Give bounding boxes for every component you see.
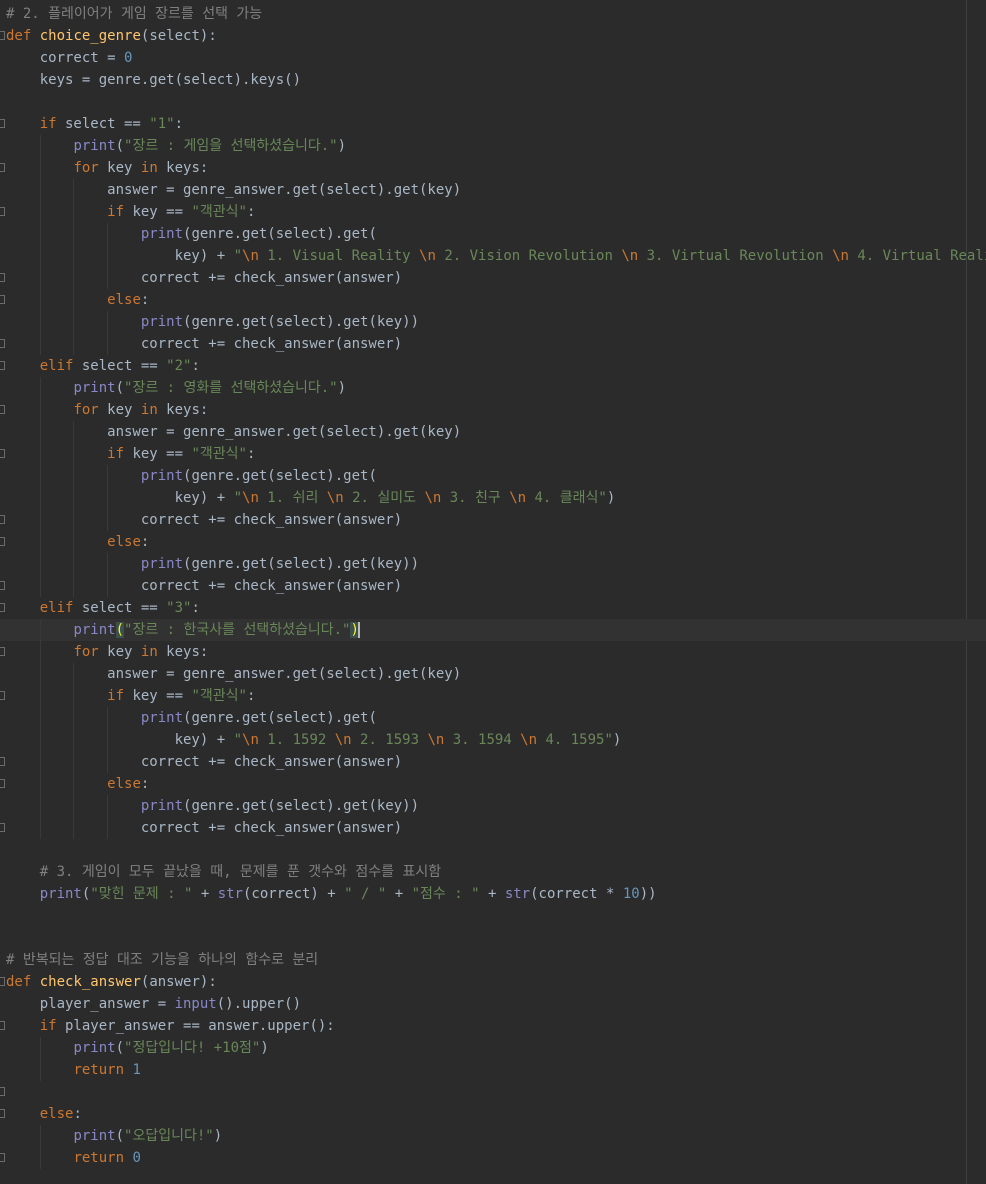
indent-guide <box>107 795 109 839</box>
fold-marker-icon[interactable] <box>0 823 5 832</box>
code-line[interactable]: def check_answer(answer): <box>0 971 986 993</box>
code-line[interactable]: keys = genre.get(select).keys() <box>6 69 986 91</box>
code-line[interactable]: if player_answer == answer.upper(): <box>0 1015 986 1037</box>
code-line[interactable]: correct += check_answer(answer) <box>0 751 986 773</box>
code-line[interactable]: elif select == "2": <box>0 355 986 377</box>
code-line[interactable]: else: <box>0 531 986 553</box>
code-line[interactable]: # 3. 게임이 모두 끝났을 때, 문제를 푼 갯수와 점수를 표시함 <box>6 861 986 883</box>
indent-guide <box>39 619 41 839</box>
code-line[interactable]: if select == "1": <box>0 113 986 135</box>
fold-marker-icon[interactable] <box>0 1109 5 1118</box>
indent-guide <box>39 135 41 355</box>
code-line[interactable]: for key in keys: <box>0 157 986 179</box>
code-line[interactable]: correct += check_answer(answer) <box>0 817 986 839</box>
fold-marker-icon[interactable] <box>0 295 5 304</box>
code-line[interactable]: for key in keys: <box>0 399 986 421</box>
code-line[interactable]: answer = genre_answer.get(select).get(ke… <box>6 179 986 201</box>
code-line[interactable]: print("장르 : 영화를 선택하셨습니다.") <box>6 377 986 399</box>
text-caret <box>357 622 360 638</box>
code-line[interactable]: key) + "\n 1. 쉬리 \n 2. 실미도 \n 3. 친구 \n 4… <box>6 487 986 509</box>
fold-marker-icon[interactable] <box>0 757 5 766</box>
code-line[interactable]: correct = 0 <box>6 47 986 69</box>
code-line[interactable]: else: <box>0 1103 986 1125</box>
code-line[interactable]: for key in keys: <box>0 641 986 663</box>
code-line[interactable] <box>6 905 986 927</box>
code-line[interactable]: if key == "객관식": <box>0 443 986 465</box>
code-line[interactable]: player_answer = input().upper() <box>6 993 986 1015</box>
fold-marker-icon[interactable] <box>0 603 5 612</box>
code-line[interactable]: correct += check_answer(answer) <box>0 333 986 355</box>
fold-marker-icon[interactable] <box>0 1021 5 1030</box>
code-line[interactable]: print(genre.get(select).get(key)) <box>6 553 986 575</box>
fold-marker-icon[interactable] <box>0 31 5 40</box>
code-line[interactable]: print(genre.get(select).get( <box>6 223 986 245</box>
code-area[interactable]: # 2. 플레이어가 게임 장르를 선택 가능 def choice_genre(… <box>0 3 986 1169</box>
code-line[interactable]: def choice_genre(select): <box>0 25 986 47</box>
code-line[interactable]: print("장르 : 한국사를 선택하셨습니다.") <box>0 619 986 641</box>
indent-guide <box>73 663 75 839</box>
indent-guide <box>73 421 75 597</box>
code-line[interactable]: print("오답입니다!") <box>6 1125 986 1147</box>
indent-guide <box>39 1125 41 1169</box>
fold-marker-icon[interactable] <box>0 207 5 216</box>
fold-marker-icon[interactable] <box>0 537 5 546</box>
indent-guide <box>73 179 75 355</box>
code-line[interactable]: print("정답입니다! +10점") <box>6 1037 986 1059</box>
fold-marker-icon[interactable] <box>0 163 5 172</box>
code-line[interactable]: if key == "객관식": <box>0 685 986 707</box>
fold-marker-icon[interactable] <box>0 779 5 788</box>
fold-marker-icon[interactable] <box>0 405 5 414</box>
indent-guide <box>107 707 109 773</box>
fold-marker-icon[interactable] <box>0 273 5 282</box>
code-line[interactable] <box>6 927 986 949</box>
code-line[interactable]: print(genre.get(select).get( <box>6 707 986 729</box>
code-line[interactable]: print(genre.get(select).get(key)) <box>6 311 986 333</box>
code-line[interactable]: correct += check_answer(answer) <box>0 509 986 531</box>
code-line[interactable]: # 반복되는 정답 대조 기능을 하나의 함수로 분리 <box>6 949 986 971</box>
paren-match: ( <box>115 622 125 638</box>
indent-guide <box>107 553 109 597</box>
fold-marker-icon[interactable] <box>0 339 5 348</box>
code-line[interactable]: # 2. 플레이어가 게임 장르를 선택 가능 <box>6 3 986 25</box>
fold-marker-icon[interactable] <box>0 581 5 590</box>
code-line[interactable] <box>6 839 986 861</box>
code-line[interactable]: correct += check_answer(answer) <box>0 575 986 597</box>
fold-marker-icon[interactable] <box>0 515 5 524</box>
code-line[interactable] <box>0 1081 986 1103</box>
code-line[interactable]: print("맞힌 문제 : " + str(correct) + " / " … <box>6 883 986 905</box>
code-line[interactable]: answer = genre_answer.get(select).get(ke… <box>6 663 986 685</box>
code-line[interactable]: answer = genre_answer.get(select).get(ke… <box>6 421 986 443</box>
fold-marker-icon[interactable] <box>0 1153 5 1162</box>
code-line[interactable]: key) + "\n 1. Visual Reality \n 2. Visio… <box>6 245 986 267</box>
indent-guide <box>107 311 109 355</box>
code-line[interactable]: if key == "객관식": <box>0 201 986 223</box>
code-line[interactable]: print(genre.get(select).get(key)) <box>6 795 986 817</box>
fold-marker-icon[interactable] <box>0 361 5 370</box>
code-editor[interactable]: # 2. 플레이어가 게임 장르를 선택 가능 def choice_genre(… <box>0 0 986 1184</box>
fold-marker-icon[interactable] <box>0 449 5 458</box>
indent-guide <box>107 223 109 289</box>
code-line[interactable]: return 0 <box>0 1147 986 1169</box>
code-line[interactable]: print("장르 : 게임을 선택하셨습니다.") <box>6 135 986 157</box>
code-line[interactable]: else: <box>0 289 986 311</box>
fold-marker-icon[interactable] <box>0 119 5 128</box>
code-line[interactable]: elif select == "3": <box>0 597 986 619</box>
code-line[interactable]: return 1 <box>6 1059 986 1081</box>
fold-marker-icon[interactable] <box>0 647 5 656</box>
fold-marker-icon[interactable] <box>0 977 5 986</box>
code-line[interactable]: correct += check_answer(answer) <box>0 267 986 289</box>
indent-guide <box>107 465 109 531</box>
code-line[interactable] <box>6 91 986 113</box>
fold-marker-icon[interactable] <box>0 1087 5 1096</box>
code-line[interactable]: key) + "\n 1. 1592 \n 2. 1593 \n 3. 1594… <box>6 729 986 751</box>
indent-guide <box>39 377 41 597</box>
code-line[interactable]: print(genre.get(select).get( <box>6 465 986 487</box>
indent-guide <box>39 1037 41 1081</box>
fold-marker-icon[interactable] <box>0 691 5 700</box>
code-line[interactable]: else: <box>0 773 986 795</box>
